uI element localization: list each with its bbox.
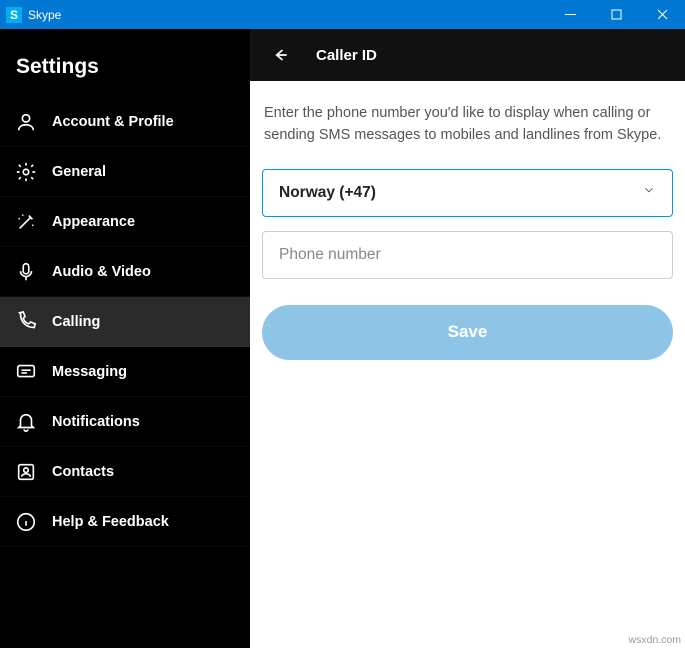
- sidebar-item-label: Messaging: [52, 364, 127, 380]
- page-title: Caller ID: [316, 47, 377, 64]
- caller-id-description: Enter the phone number you'd like to dis…: [262, 103, 673, 147]
- gear-icon: [14, 160, 38, 184]
- message-icon: [14, 360, 38, 384]
- sidebar-item-label: Contacts: [52, 464, 114, 480]
- sidebar-item-notifications[interactable]: Notifications: [0, 397, 250, 447]
- sidebar-item-label: Appearance: [52, 214, 135, 230]
- watermark: wsxdn.com: [628, 634, 681, 646]
- minimize-button[interactable]: [547, 0, 593, 29]
- country-select[interactable]: Norway (+47): [262, 169, 673, 217]
- sidebar-item-label: Calling: [52, 314, 100, 330]
- back-button[interactable]: [262, 37, 298, 73]
- sidebar-item-messaging[interactable]: Messaging: [0, 347, 250, 397]
- app-icon: S: [6, 7, 22, 23]
- sidebar-header: Settings: [0, 29, 250, 97]
- main-content: Enter the phone number you'd like to dis…: [250, 81, 685, 372]
- sidebar-item-label: General: [52, 164, 106, 180]
- sidebar-item-contacts[interactable]: Contacts: [0, 447, 250, 497]
- phone-number-input[interactable]: Phone number: [262, 231, 673, 279]
- info-icon: [14, 510, 38, 534]
- sidebar-item-general[interactable]: General: [0, 147, 250, 197]
- settings-sidebar: Settings Account & Profile General Appea…: [0, 29, 250, 648]
- maximize-button[interactable]: [593, 0, 639, 29]
- sidebar-item-audio-video[interactable]: Audio & Video: [0, 247, 250, 297]
- bell-icon: [14, 410, 38, 434]
- country-value: Norway (+47): [279, 184, 642, 202]
- titlebar: S Skype: [0, 0, 685, 29]
- main-header: Caller ID: [250, 29, 685, 81]
- sidebar-item-label: Help & Feedback: [52, 514, 169, 530]
- sidebar-item-label: Account & Profile: [52, 114, 174, 130]
- main-panel: Caller ID Enter the phone number you'd l…: [250, 29, 685, 648]
- mic-icon: [14, 260, 38, 284]
- sidebar-item-appearance[interactable]: Appearance: [0, 197, 250, 247]
- sidebar-item-label: Notifications: [52, 414, 140, 430]
- wand-icon: [14, 210, 38, 234]
- sidebar-item-account-profile[interactable]: Account & Profile: [0, 97, 250, 147]
- window-controls: [547, 0, 685, 29]
- phone-placeholder: Phone number: [279, 246, 656, 264]
- sidebar-item-help-feedback[interactable]: Help & Feedback: [0, 497, 250, 547]
- close-button[interactable]: [639, 0, 685, 29]
- app-icon-letter: S: [10, 8, 18, 22]
- phone-icon: [14, 310, 38, 334]
- chevron-down-icon: [642, 183, 656, 202]
- contacts-icon: [14, 460, 38, 484]
- user-icon: [14, 110, 38, 134]
- save-button[interactable]: Save: [262, 305, 673, 360]
- sidebar-item-calling[interactable]: Calling: [0, 297, 250, 347]
- app-title: Skype: [28, 8, 547, 22]
- sidebar-item-label: Audio & Video: [52, 264, 151, 280]
